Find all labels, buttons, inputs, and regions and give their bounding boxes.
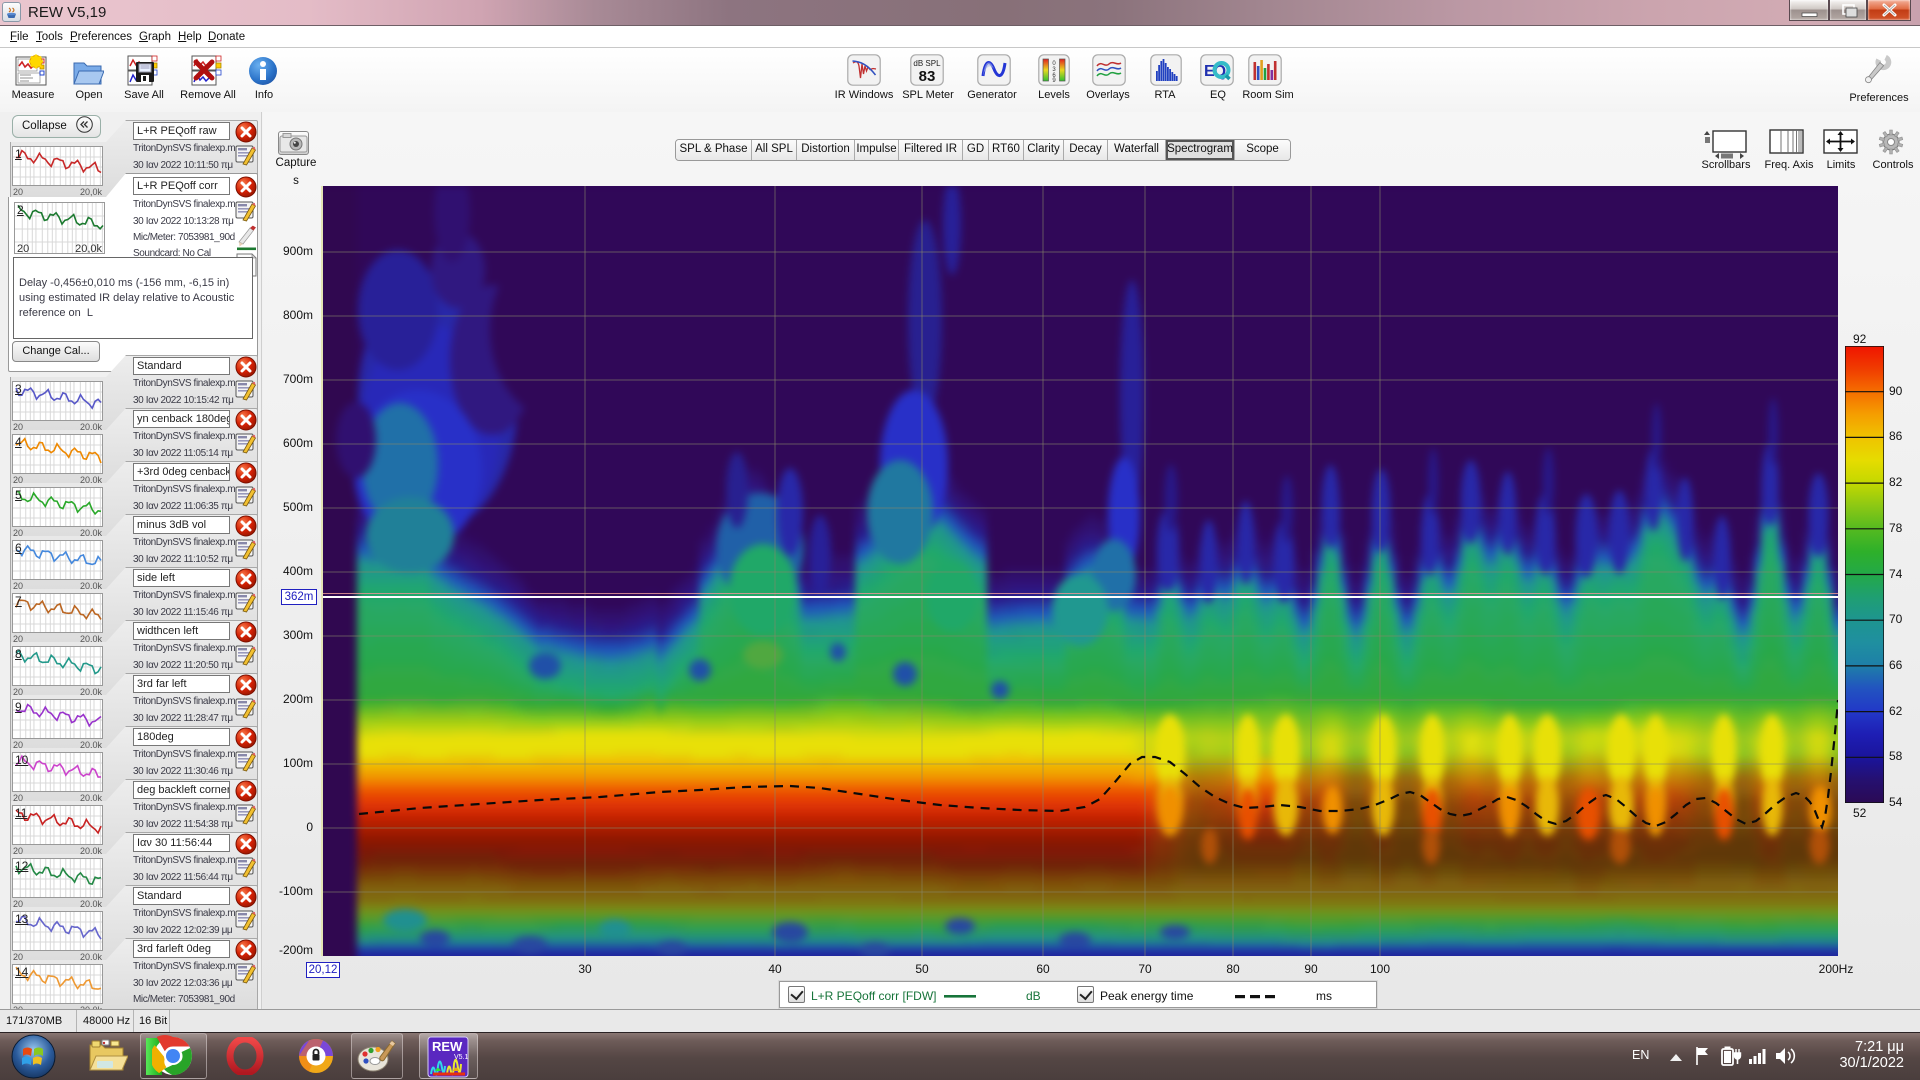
svg-text:REW: REW (432, 1039, 463, 1054)
svg-text:dB SPL: dB SPL (913, 59, 941, 68)
svg-text:83: 83 (919, 68, 936, 85)
